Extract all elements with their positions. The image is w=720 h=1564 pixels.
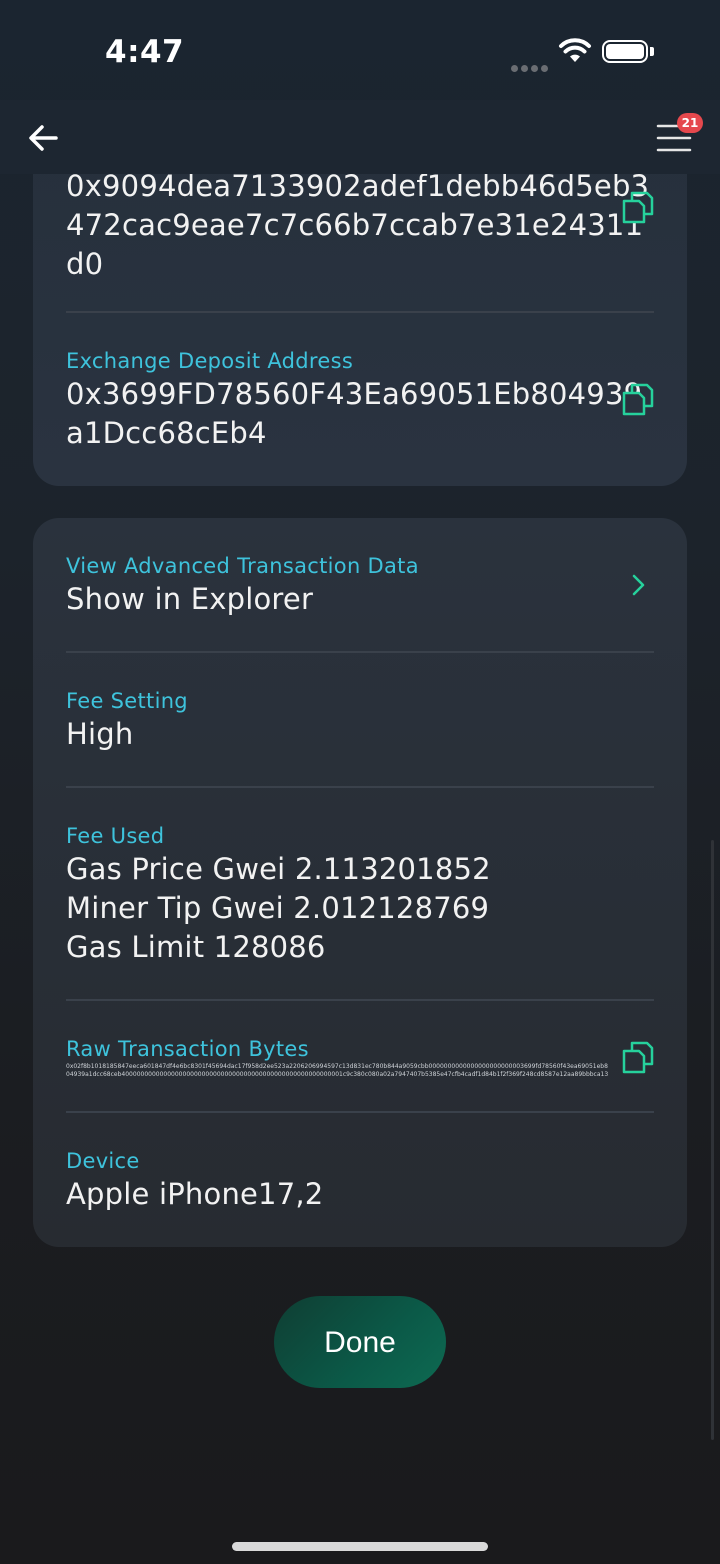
status-bar: 4:47 — [0, 0, 720, 100]
exchange-address-label: Exchange Deposit Address — [66, 349, 354, 373]
advanced-data-label: View Advanced Transaction Data — [66, 554, 419, 578]
copy-icon[interactable] — [621, 190, 655, 224]
gas-price-value: Gas Price Gwei 2.113201852 — [66, 852, 491, 886]
done-button[interactable]: Done — [274, 1296, 446, 1388]
miner-tip-value: Miner Tip Gwei 2.012128769 — [66, 891, 490, 925]
fee-used-label: Fee Used — [66, 824, 165, 848]
address-section: 0x9094dea7133902adef1debb46d5eb3472cac9e… — [66, 167, 654, 284]
transaction-details-card: View Advanced Transaction Data Show in E… — [33, 518, 687, 1247]
divider — [66, 999, 654, 1001]
raw-bytes-label: Raw Transaction Bytes — [66, 1037, 309, 1061]
fee-setting-value: High — [66, 717, 134, 751]
address-card: 0x9094dea7133902adef1debb46d5eb3472cac9e… — [33, 120, 687, 486]
copy-icon[interactable] — [621, 382, 655, 416]
back-arrow-icon[interactable] — [24, 118, 64, 158]
gas-limit-value: Gas Limit 128086 — [66, 930, 326, 964]
divider — [66, 1111, 654, 1113]
show-in-explorer-link[interactable]: Show in Explorer — [66, 580, 654, 619]
device-value: Apple iPhone17,2 — [66, 1177, 324, 1211]
copy-icon[interactable] — [621, 1040, 655, 1074]
divider — [66, 311, 654, 313]
battery-nub — [650, 47, 654, 56]
fee-setting-label: Fee Setting — [66, 689, 188, 713]
device-section: Device Apple iPhone17,2 — [66, 1147, 654, 1214]
exchange-address-section: Exchange Deposit Address 0x3699FD78560F4… — [66, 347, 654, 453]
status-time: 4:47 — [105, 34, 185, 70]
exchange-address-value: 0x3699FD78560F43Ea69051Eb804939a1Dcc68cE… — [66, 377, 643, 450]
address-value: 0x9094dea7133902adef1debb46d5eb3472cac9e… — [66, 169, 650, 281]
raw-bytes-value: 0x02f8b1018185847eeca601847df4e6bc8301f4… — [66, 1063, 609, 1078]
fee-used-section: Fee Used Gas Price Gwei 2.113201852 Mine… — [66, 822, 654, 967]
fee-setting-section: Fee Setting High — [66, 687, 654, 754]
home-indicator[interactable] — [232, 1542, 488, 1551]
device-label: Device — [66, 1149, 140, 1173]
explorer-row[interactable]: View Advanced Transaction Data Show in E… — [66, 552, 654, 619]
battery-icon — [602, 40, 648, 63]
raw-bytes-section: Raw Transaction Bytes 0x02f8b1018185847e… — [66, 1035, 654, 1079]
scrollbar[interactable] — [711, 840, 714, 1440]
divider — [66, 786, 654, 788]
chevron-right-icon[interactable] — [631, 573, 647, 597]
cellular-signal-icon — [511, 57, 551, 76]
divider — [66, 651, 654, 653]
notification-badge: 21 — [677, 113, 703, 133]
wifi-icon — [559, 38, 591, 62]
top-nav-bar: 21 — [0, 100, 720, 174]
